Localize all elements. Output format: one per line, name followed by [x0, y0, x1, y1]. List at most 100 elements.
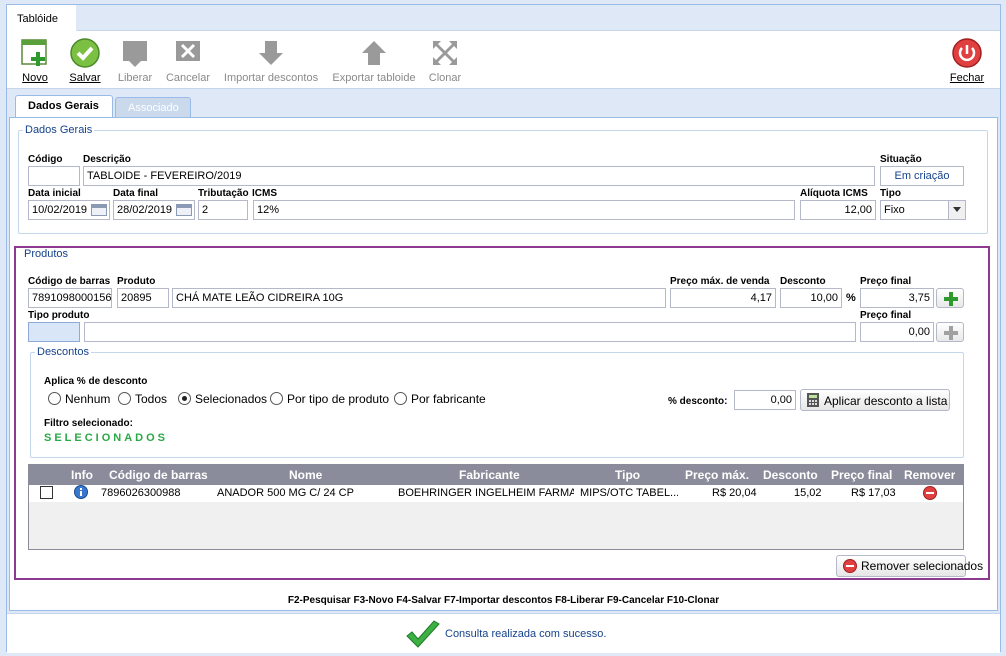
col-info[interactable]: Info: [71, 468, 93, 482]
fechar-button[interactable]: Fechar: [947, 37, 987, 84]
importar-label: Importar descontos: [223, 72, 319, 84]
codigo-label: Código: [28, 154, 63, 165]
exportar-tabloide-button[interactable]: Exportar tabloide: [331, 37, 417, 84]
clonar-button[interactable]: Clonar: [427, 37, 463, 84]
check-icon: [69, 37, 101, 69]
aplica-desconto-label: Aplica % de desconto: [44, 376, 148, 387]
radio-nenhum-label: Nenhum: [65, 392, 111, 406]
preco-final2-field[interactable]: 0,00: [860, 322, 934, 342]
preco-max-label: Preço máx. de venda: [670, 276, 770, 287]
calendar-icon[interactable]: [176, 204, 192, 216]
novo-button[interactable]: Novo: [17, 37, 53, 84]
tipo-selected-value: Fixo: [884, 204, 905, 216]
desconto-field[interactable]: 10,00: [780, 288, 842, 308]
produto-nome-field[interactable]: CHÁ MATE LEÃO CIDREIRA 10G: [172, 288, 666, 308]
liberar-label: Liberar: [117, 72, 153, 84]
remove-row-icon[interactable]: [923, 486, 937, 503]
codigo-field[interactable]: [28, 166, 80, 186]
import-arrow-down-icon: [255, 37, 287, 69]
cancelar-button[interactable]: Cancelar: [165, 37, 211, 84]
produto-codigo-field[interactable]: 20895: [117, 288, 169, 308]
col-preco-final[interactable]: Preço final: [831, 468, 892, 482]
salvar-label: Salvar: [69, 72, 101, 84]
row-nome: ANADOR 500 MG C/ 24 CP: [217, 487, 354, 499]
data-final-value: 28/02/2019: [117, 204, 173, 216]
salvar-button[interactable]: Salvar: [67, 37, 103, 84]
col-nome[interactable]: Nome: [289, 468, 322, 482]
info-icon[interactable]: [74, 485, 88, 502]
tipo-label: Tipo: [880, 188, 901, 199]
liberar-button[interactable]: Liberar: [115, 37, 155, 84]
add-tipo-produto-button[interactable]: [936, 322, 964, 342]
tab-associado[interactable]: Associado: [115, 97, 191, 117]
row-fabricante: BOEHRINGER INGELHEIM FARMA...: [398, 487, 574, 499]
add-product-button[interactable]: [936, 288, 964, 308]
tipo-produto-nome-field[interactable]: [84, 322, 856, 342]
importar-descontos-button[interactable]: Importar descontos: [223, 37, 319, 84]
tipo-select[interactable]: Fixo: [880, 200, 966, 220]
dados-gerais-panel: Dados Gerais Código Descrição TABLOIDE -…: [9, 117, 998, 611]
icms-field[interactable]: 12%: [253, 200, 795, 220]
filtro-value: SELECIONADOS: [44, 432, 169, 444]
percent-desconto-label: % desconto:: [668, 396, 728, 407]
data-inicial-label: Data inicial: [28, 188, 81, 199]
percent-desconto-field[interactable]: 0,00: [734, 390, 796, 410]
radio-por-tipo[interactable]: Por tipo de produto: [270, 392, 389, 406]
row-preco-final: R$ 17,03: [851, 487, 896, 499]
col-desconto[interactable]: Desconto: [763, 468, 818, 482]
preco-final-field[interactable]: 3,75: [860, 288, 934, 308]
icms-label: ICMS: [252, 188, 277, 199]
preco-max-field[interactable]: 4,17: [670, 288, 776, 308]
table-row[interactable]: 7896026300988 ANADOR 500 MG C/ 24 CP BOE…: [29, 485, 963, 502]
descricao-field[interactable]: TABLOIDE - FEVEREIRO/2019: [83, 166, 875, 186]
tipo-produto-codigo-field[interactable]: [28, 322, 80, 342]
aplicar-desconto-button[interactable]: Aplicar desconto a lista: [800, 389, 950, 411]
col-remover[interactable]: Remover: [904, 468, 955, 482]
radio-selecionados-label: Selecionados: [195, 392, 268, 406]
data-final-label: Data final: [113, 188, 159, 199]
shortcut-hint: F2-Pesquisar F3-Novo F4-Salvar F7-Import…: [287, 595, 720, 606]
radio-todos-label: Todos: [135, 392, 168, 406]
col-codigo-barras[interactable]: Código de barras: [109, 468, 208, 482]
row-tipo: MIPS/OTC TABEL...: [580, 487, 678, 499]
dados-gerais-legend: Dados Gerais: [25, 124, 93, 136]
col-tipo[interactable]: Tipo: [615, 468, 640, 482]
data-final-field[interactable]: 28/02/2019: [113, 200, 195, 220]
remover-selecionados-button[interactable]: Remover selecionados: [836, 555, 983, 577]
radio-circle: [48, 392, 61, 405]
radio-nenhum[interactable]: Nenhum: [48, 392, 110, 406]
codigo-barras-field[interactable]: 7891098000156: [28, 288, 112, 308]
tipo-produto-label: Tipo produto: [28, 310, 90, 321]
clone-arrows-icon: [429, 37, 461, 69]
radio-todos[interactable]: Todos: [118, 392, 167, 406]
radio-selecionados[interactable]: Selecionados: [178, 392, 267, 406]
tributacao-field[interactable]: 2: [198, 200, 248, 220]
power-off-icon: [951, 37, 983, 69]
calendar-icon[interactable]: [91, 204, 107, 216]
plus-icon: [944, 326, 958, 340]
radio-por-tipo-label: Por tipo de produto: [287, 392, 390, 406]
aplicar-desconto-label: Aplicar desconto a lista: [824, 394, 948, 408]
radio-circle: [394, 392, 407, 405]
row-checkbox[interactable]: [40, 486, 53, 499]
plus-icon: [944, 292, 958, 306]
produtos-legend: Produtos: [24, 248, 69, 260]
aliquota-field[interactable]: 12,00: [800, 200, 876, 220]
status-message: Consulta realizada com sucesso.: [445, 628, 607, 640]
status-bar: Consulta realizada com sucesso.: [7, 613, 1000, 653]
col-fabricante[interactable]: Fabricante: [459, 468, 520, 482]
codigo-barras-label: Código de barras: [28, 276, 111, 287]
col-preco-max[interactable]: Preço máx.: [685, 468, 749, 482]
tab-dados-gerais[interactable]: Dados Gerais: [15, 95, 113, 119]
data-inicial-field[interactable]: 10/02/2019: [28, 200, 110, 220]
radio-por-fabricante[interactable]: Por fabricante: [394, 392, 486, 406]
row-desconto: 15,02: [794, 487, 822, 499]
fechar-label: Fechar: [949, 72, 985, 84]
cancelar-label: Cancelar: [165, 72, 211, 84]
remover-selecionados-label: Remover selecionados: [861, 559, 984, 573]
chevron-down-icon[interactable]: [948, 201, 965, 219]
toolbar: Novo Salvar Liberar Cancelar Importar de…: [7, 31, 1000, 89]
radio-por-fabricante-label: Por fabricante: [411, 392, 486, 406]
window-title-tab[interactable]: Tablóide: [7, 5, 77, 31]
filtro-label: Filtro selecionado:: [44, 418, 133, 429]
